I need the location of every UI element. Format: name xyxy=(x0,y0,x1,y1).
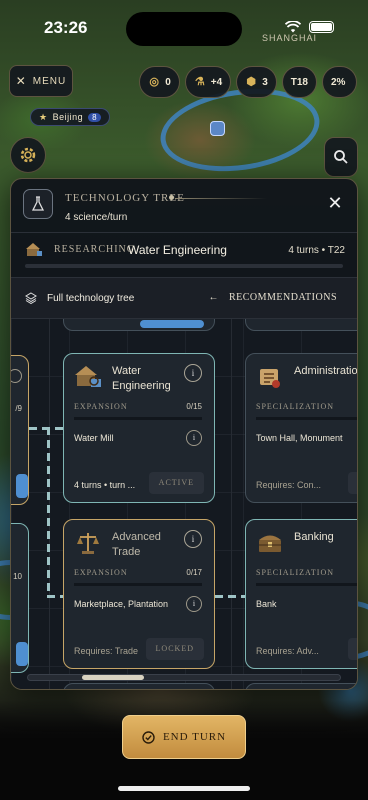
production-icon: ⬢ xyxy=(246,76,256,88)
horizontal-scrollbar[interactable] xyxy=(27,674,341,681)
info-icon[interactable]: i xyxy=(186,430,202,446)
flask-icon xyxy=(23,189,53,219)
tech-card-advanced-trade[interactable]: Advanced Trade i EXPANSION 0/17 Marketpl… xyxy=(63,519,215,669)
connector xyxy=(47,595,63,598)
technology-panel: TECHNOLOGY TREE 4 science/turn ✕ RESEARC… xyxy=(10,178,358,690)
scroll-icon xyxy=(260,369,280,388)
wifi-icon xyxy=(285,21,301,33)
home-indicator[interactable] xyxy=(118,786,250,791)
info-icon[interactable]: i xyxy=(184,364,202,382)
menu-label: MENU xyxy=(32,75,67,87)
city-population: 8 xyxy=(88,112,102,122)
gold-icon: ◎ xyxy=(149,76,160,88)
progress-bar xyxy=(256,583,357,586)
info-icon xyxy=(11,369,22,383)
science-counter[interactable]: ⚗ +4 xyxy=(184,66,232,98)
search-icon xyxy=(334,150,348,164)
science-icon: ⚗ xyxy=(194,76,205,88)
water-engineering-icon xyxy=(75,366,101,387)
progress-bar xyxy=(256,417,357,420)
researching-label: RESEARCHING xyxy=(54,244,136,255)
tech-card-partial[interactable] xyxy=(63,319,215,331)
tech-card-partial[interactable] xyxy=(245,683,357,689)
locked-badge: LOCKED xyxy=(145,638,204,660)
research-name: Water Engineering xyxy=(128,243,227,257)
turn-counter[interactable]: T18 xyxy=(281,66,317,98)
connector xyxy=(47,427,50,597)
full-tree-button[interactable]: Full technology tree xyxy=(25,292,134,304)
check-circle-icon xyxy=(142,730,155,744)
arrow-left-icon: ← xyxy=(208,292,219,303)
treasure-chest-icon xyxy=(259,535,281,552)
title-divider xyxy=(175,198,267,199)
status-bar: 23:26 xyxy=(0,0,368,52)
recommendations-button[interactable]: ← RECOMMENDATIONS xyxy=(208,292,337,303)
title-ornament xyxy=(169,195,174,200)
battery-icon xyxy=(309,21,334,33)
star-icon: ★ xyxy=(39,111,48,122)
progress-bar xyxy=(74,417,202,420)
percent-indicator[interactable]: 2% xyxy=(322,66,357,98)
current-research[interactable]: RESEARCHING Water Engineering 4 turns • … xyxy=(11,233,357,277)
locked-badge: LOCKED xyxy=(347,638,357,660)
gold-counter[interactable]: ◎ 0 xyxy=(139,66,180,98)
unit-marker[interactable] xyxy=(210,121,225,136)
tech-card-administration[interactable]: Administration SPECIALIZATION Town Hall,… xyxy=(245,353,357,503)
water-engineering-icon xyxy=(26,243,42,256)
end-turn-button[interactable]: END TURN xyxy=(122,715,246,759)
clock: 23:26 xyxy=(44,18,88,37)
city-name: Beijing xyxy=(52,112,84,122)
tech-card-partial[interactable] xyxy=(245,319,357,331)
info-icon[interactable]: i xyxy=(186,596,202,612)
research-eta: 4 turns • T22 xyxy=(288,245,345,256)
science-rate: 4 science/turn xyxy=(65,212,128,223)
resource-bar: ◎ 0 ⚗ +4 ⬢ 3 T18 2% xyxy=(139,66,357,98)
progress-bar xyxy=(74,583,202,586)
connector xyxy=(29,427,63,430)
tech-card-partial[interactable] xyxy=(63,683,215,689)
research-progress-bar xyxy=(25,264,343,268)
connector xyxy=(215,595,245,598)
tech-card-clipped[interactable]: 10 xyxy=(11,523,29,673)
search-button[interactable] xyxy=(324,137,358,177)
panel-title: TECHNOLOGY TREE xyxy=(65,192,185,204)
panel-header: TECHNOLOGY TREE 4 science/turn ✕ xyxy=(11,179,357,233)
menu-button[interactable]: ✕ MENU xyxy=(9,65,73,97)
layers-icon xyxy=(25,292,37,304)
info-icon[interactable]: i xyxy=(184,530,202,548)
close-panel-button[interactable]: ✕ xyxy=(325,193,345,213)
balance-scale-icon xyxy=(77,533,99,554)
production-counter[interactable]: ⬢ 3 xyxy=(236,66,277,98)
tech-card-banking[interactable]: Banking SPECIALIZATION Bank Requires: Ad… xyxy=(245,519,357,669)
city-banner[interactable]: ★ Beijing 8 xyxy=(30,108,111,126)
tech-card-clipped[interactable]: /9 xyxy=(11,355,29,505)
tech-tree-canvas[interactable]: /9 10 Water Engineering i EXPANSION 0/15 xyxy=(11,319,357,689)
close-icon: ✕ xyxy=(15,74,27,88)
scrollbar-thumb[interactable] xyxy=(82,675,144,680)
gear-icon xyxy=(20,147,36,163)
tech-card-water-engineering[interactable]: Water Engineering i EXPANSION 0/15 Water… xyxy=(63,353,215,503)
locked-badge: LOCKED xyxy=(347,472,357,494)
dynamic-island xyxy=(126,12,242,46)
tree-nav-row: Full technology tree ← RECOMMENDATIONS xyxy=(11,277,357,319)
settings-button[interactable] xyxy=(10,137,46,173)
active-badge: ACTIVE xyxy=(148,472,204,494)
